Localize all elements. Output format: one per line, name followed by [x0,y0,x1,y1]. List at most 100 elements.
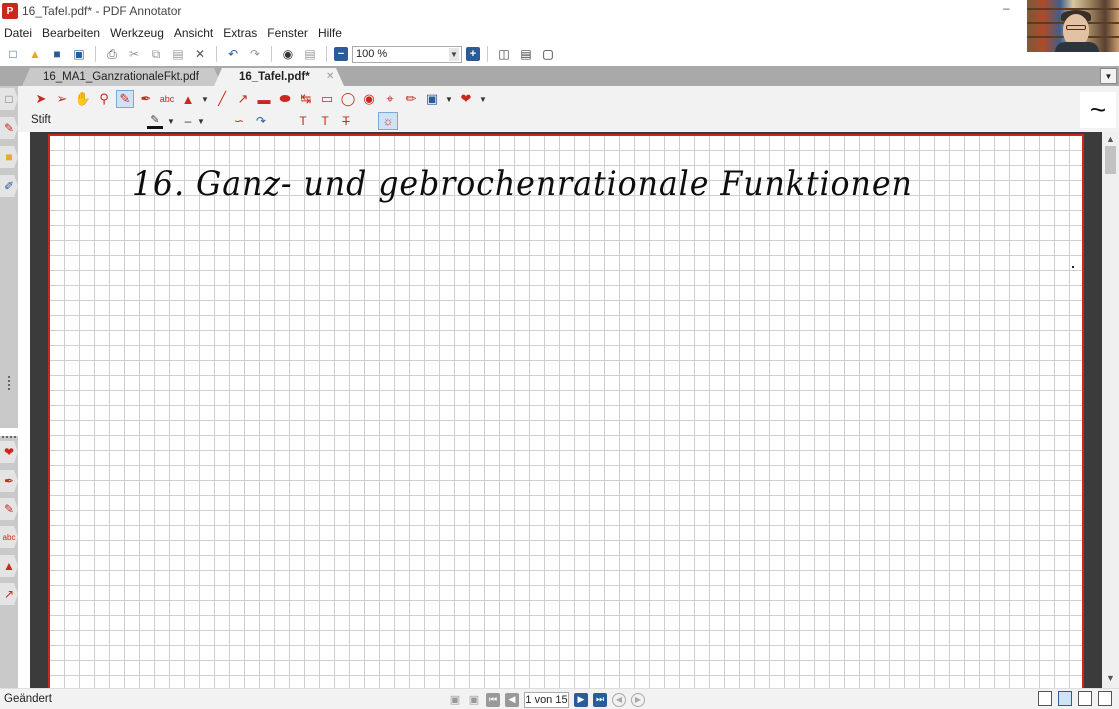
redo-icon[interactable]: ↷ [246,45,264,63]
pdf-page[interactable]: 16. Ganz- und gebrochenrationale Funktio… [48,134,1084,688]
chevron-down-icon[interactable]: ▼ [200,90,210,108]
text-box-icon[interactable]: abc [0,526,18,548]
close-icon[interactable]: ✕ [326,71,334,82]
page-thumbnail-icon[interactable]: □ [0,88,18,110]
paperclip-icon[interactable]: ✐ [0,175,18,197]
page-number-input[interactable]: 1 von 15 [524,691,569,708]
last-page-icon[interactable]: ⏭ [593,692,607,707]
tab-list-dropdown[interactable]: ▼ [1100,68,1117,84]
scroll-thumb[interactable] [1105,146,1116,174]
tab-label: 16_Tafel.pdf* [239,71,310,83]
arrow-icon[interactable]: ↗ [0,583,18,605]
tab-ma1-ganzrationalefkt[interactable]: 16_MA1_GanzrationaleFkt.pdf [22,68,222,86]
first-page-icon[interactable]: ⏮ [486,692,500,707]
line-style-icon[interactable]: – [182,112,194,130]
menu-datei[interactable]: Datei [4,26,32,40]
camera-icon[interactable]: ◉ [360,90,378,108]
scroll-down-icon[interactable]: ▼ [1106,673,1115,683]
hand-icon[interactable]: ✋ [74,90,92,108]
forward-circle-icon[interactable]: ▶ [631,692,645,707]
previous-page-icon[interactable]: ◀ [505,692,519,707]
zoom-out-icon[interactable]: − [334,47,348,61]
menu-extras[interactable]: Extras [223,26,257,40]
pen-color-button[interactable]: ✎ [146,113,164,129]
tab-16-tafel[interactable]: 16_Tafel.pdf* ✕ [214,68,344,86]
pen-icon[interactable]: ✎ [0,117,18,139]
history-back-icon[interactable]: ▣ [448,693,462,707]
folder-icon[interactable]: ■ [0,146,18,168]
zoom-tool-icon[interactable]: ⚲ [95,90,113,108]
vertical-scrollbar[interactable]: ▲ ▼ [1102,132,1119,688]
fullscreen-icon[interactable]: ▢ [539,45,557,63]
binoculars-icon[interactable]: ◉ [279,45,297,63]
cut-icon[interactable]: ✂ [125,45,143,63]
ink-to-shape-icon[interactable]: ☼ [378,112,398,130]
paste-icon[interactable]: ▤ [169,45,187,63]
line-icon[interactable]: ╱ [213,90,231,108]
save-as-icon[interactable]: ▣ [70,45,88,63]
fit-width-icon[interactable]: ◫ [495,45,513,63]
favorites-heart-icon[interactable]: ❤ [457,90,475,108]
ink-dot [1072,266,1074,268]
document-tab-bar: 16_MA1_GanzrationaleFkt.pdf 16_Tafel.pdf… [0,66,1119,86]
print-icon[interactable]: ⎙ [103,45,121,63]
resize-grip-icon[interactable] [8,376,10,390]
next-page-icon[interactable]: ▶ [574,692,588,707]
delete-icon[interactable]: ✕ [191,45,209,63]
eraser-icon[interactable]: ▭ [318,90,336,108]
chevron-down-icon[interactable]: ▼ [166,112,176,130]
menu-bearbeiten[interactable]: Bearbeiten [42,26,100,40]
minimize-button[interactable]: – [1003,1,1010,15]
image-icon[interactable]: ▣ [423,90,441,108]
text-box-icon[interactable]: abc [158,90,176,108]
select-text-icon[interactable]: ➢ [53,90,71,108]
stamp-icon[interactable]: ▲ [0,555,18,577]
rectangle-icon[interactable]: ▬ [255,90,273,108]
two-page-view-icon[interactable] [1078,691,1092,706]
chevron-down-icon[interactable]: ▼ [478,90,488,108]
menu-werkzeug[interactable]: Werkzeug [110,26,164,40]
chevron-down-icon[interactable]: ▼ [196,112,206,130]
lasso-icon[interactable]: ◯ [339,90,357,108]
text-strike-icon[interactable]: T [338,112,354,130]
highlighter-icon[interactable]: ✎ [0,498,18,520]
stamp-icon[interactable]: ▲ [179,90,197,108]
zoom-select[interactable]: 100 % ▼ [352,45,462,63]
favorites-heart-icon[interactable]: ❤ [0,441,18,463]
zoom-in-icon[interactable]: + [466,47,480,61]
menu-fenster[interactable]: Fenster [267,26,308,40]
measure-icon[interactable]: ↹ [297,90,315,108]
page-layout-icon[interactable]: ▤ [301,45,319,63]
ellipse-icon[interactable]: ⬬ [276,90,294,108]
pen-icon[interactable]: ✎ [116,90,134,108]
chevron-down-icon[interactable]: ▼ [444,90,454,108]
undo-icon[interactable]: ↶ [224,45,242,63]
highlighter-icon[interactable]: ✒ [137,90,155,108]
copy-icon[interactable]: ⧉ [147,45,165,63]
menu-hilfe[interactable]: Hilfe [318,26,342,40]
scroll-up-icon[interactable]: ▲ [1106,134,1115,144]
select-arrow-icon[interactable]: ➤ [32,90,50,108]
menu-ansicht[interactable]: Ansicht [174,26,213,40]
save-icon[interactable]: ■ [48,45,66,63]
crop-icon[interactable]: ⌖ [381,90,399,108]
new-document-icon[interactable]: □ [4,45,22,63]
back-circle-icon[interactable]: ◀ [612,692,626,707]
text-squiggle-icon[interactable]: T [317,112,333,130]
smooth-stroke-icon[interactable]: ∽ [230,112,248,130]
tool-name-label: Stift [31,114,51,126]
single-page-view-icon[interactable] [1038,691,1052,706]
resize-grip-icon[interactable] [2,436,16,438]
pen-color-icon: ✎ [150,114,160,126]
fit-page-icon[interactable]: ▤ [517,45,535,63]
two-page-continuous-view-icon[interactable] [1098,691,1112,706]
pen-icon[interactable]: ✒ [0,470,18,492]
arrow-icon[interactable]: ↗ [234,90,252,108]
history-forward-icon[interactable]: ▣ [467,693,481,707]
document-viewer[interactable]: 16. Ganz- und gebrochenrationale Funktio… [30,132,1102,688]
snap-icon[interactable]: ↷ [252,112,270,130]
text-underline-icon[interactable]: T [295,112,311,130]
open-folder-icon[interactable]: ▲ [26,45,44,63]
pencil-icon[interactable]: ✏ [402,90,420,108]
continuous-view-icon[interactable] [1058,691,1072,706]
